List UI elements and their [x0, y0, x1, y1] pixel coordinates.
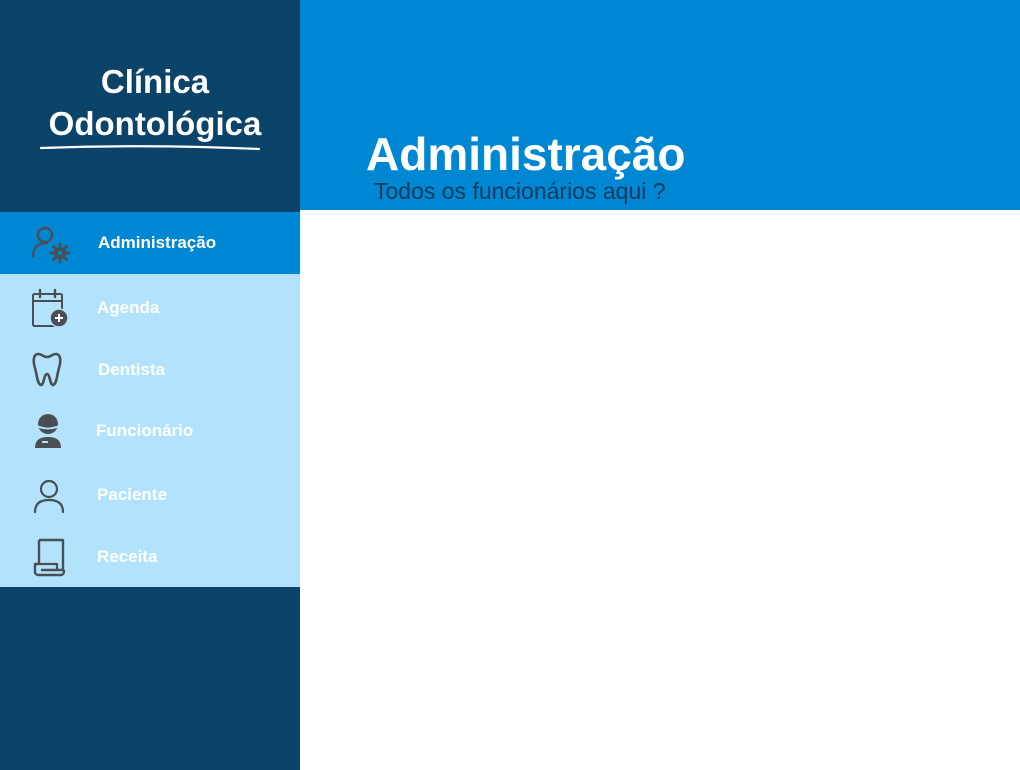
sidebar-item-administracao[interactable]: Administração: [0, 212, 300, 274]
page-header: Administração Todos os funcionários aqui…: [300, 0, 1020, 210]
sidebar-item-label: Receita: [97, 547, 158, 566]
tooth-icon: [32, 352, 62, 387]
sidebar-item-label: Funcionário: [96, 421, 194, 440]
person-icon: [33, 479, 65, 514]
main-content: [300, 210, 1020, 770]
sidebar-item-funcionario[interactable]: Funcionário: [0, 398, 300, 462]
sidebar-item-label: Paciente: [97, 485, 167, 504]
page-subtitle: Todos os funcionários aqui ?: [374, 178, 666, 204]
sidebar-item-label: Administração: [98, 233, 217, 252]
sidebar-item-paciente[interactable]: Paciente: [0, 462, 300, 524]
calendar-add-icon: [32, 288, 69, 328]
brand-title-line-2: Odontológica: [48, 105, 262, 142]
brand: Clínica Odontológica: [0, 0, 300, 212]
page-title: Administração: [366, 128, 686, 180]
employee-icon: [35, 414, 61, 448]
sidebar-item-label: Dentista: [98, 360, 166, 379]
sidebar: Clínica Odontológica Administração Agend…: [0, 0, 300, 770]
sidebar-item-receita[interactable]: Receita: [0, 524, 300, 587]
admin-gear-icon: [31, 226, 71, 264]
prescription-icon: [33, 538, 66, 577]
sidebar-item-agenda[interactable]: Agenda: [0, 274, 300, 336]
sidebar-item-dentista[interactable]: Dentista: [0, 336, 300, 398]
sidebar-item-label: Agenda: [97, 298, 160, 317]
brand-underline: [40, 145, 260, 151]
sidebar-nav: Administração Agenda Dentista Funcionári…: [0, 212, 300, 587]
brand-title-line-1: Clínica: [100, 63, 210, 100]
